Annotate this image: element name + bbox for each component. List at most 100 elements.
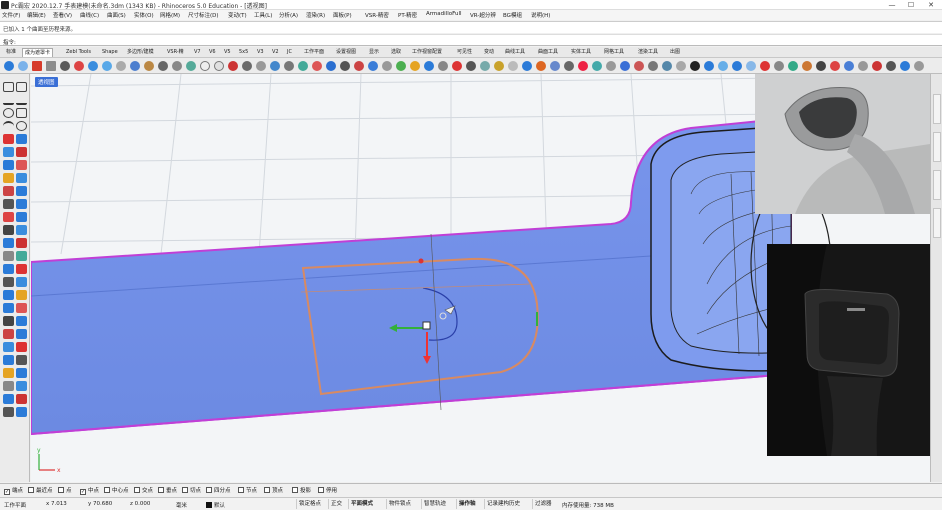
tab-set-view[interactable]: 设置视图	[334, 48, 358, 57]
osnap-point-checkbox[interactable]	[58, 487, 64, 493]
tab-zebl-tools[interactable]: Zebl Tools	[64, 48, 93, 57]
arc-icon[interactable]	[3, 121, 14, 131]
macro-icon[interactable]	[900, 61, 910, 71]
rotate-view-icon[interactable]	[144, 61, 154, 71]
osnap-end-checkbox[interactable]: ✓	[4, 489, 10, 495]
osnap-tan[interactable]: 切点	[182, 487, 201, 495]
offset-tool-icon[interactable]	[3, 303, 14, 313]
cone-icon[interactable]	[16, 186, 27, 196]
point-icon[interactable]	[16, 82, 27, 92]
extrude-icon[interactable]	[16, 147, 27, 157]
osnap-perp[interactable]: 垂点	[158, 487, 177, 495]
move-icon[interactable]	[466, 61, 476, 71]
curve-edit-icon[interactable]	[3, 134, 14, 144]
tab-render-tools[interactable]: 渲染工具	[636, 48, 660, 57]
hide-icon[interactable]	[634, 61, 644, 71]
twist-tool-icon[interactable]	[16, 394, 27, 404]
layers-panel-icon[interactable]	[844, 61, 854, 71]
tab-jc[interactable]: JC	[285, 48, 294, 57]
render-tool-icon[interactable]	[16, 329, 27, 339]
osnap-mid-checkbox[interactable]: ✓	[80, 489, 86, 495]
tab-layout[interactable]: 出图	[668, 48, 682, 57]
layer-icon[interactable]	[214, 61, 224, 71]
hatch-icon[interactable]	[592, 61, 602, 71]
solid-icon[interactable]	[340, 61, 350, 71]
analyze-icon[interactable]	[508, 61, 518, 71]
cylinder-icon[interactable]	[3, 186, 14, 196]
menu-tools[interactable]: 工具(L)	[254, 11, 272, 19]
boolean-diff-icon[interactable]	[16, 199, 27, 209]
menu-pt[interactable]: PT-精密	[398, 11, 417, 19]
minimize-button[interactable]: —	[885, 0, 899, 10]
layer-tool-icon[interactable]	[3, 342, 14, 352]
script-icon[interactable]	[886, 61, 896, 71]
settings-icon[interactable]	[858, 61, 868, 71]
sphere-icon[interactable]	[16, 173, 27, 183]
status-layer-swatch[interactable]: 默认	[206, 501, 225, 509]
osnap-knot-checkbox[interactable]	[238, 487, 244, 493]
options-icon[interactable]	[284, 61, 294, 71]
menu-file[interactable]: 文件(F)	[2, 11, 20, 19]
menu-analyze[interactable]: 分析(A)	[279, 11, 298, 19]
polyline-icon[interactable]	[16, 95, 27, 105]
tab-v3[interactable]: V3	[255, 48, 266, 57]
properties-icon[interactable]	[228, 61, 238, 71]
menu-transform[interactable]: 变动(T)	[228, 11, 247, 19]
text-tool-icon[interactable]	[16, 316, 27, 326]
new-file-icon[interactable]	[4, 61, 14, 71]
cut-icon[interactable]	[60, 61, 70, 71]
explode-icon[interactable]	[396, 61, 406, 71]
rendered-icon[interactable]	[746, 61, 756, 71]
osnap-int[interactable]: 交点	[134, 487, 153, 495]
move-tool-icon[interactable]	[3, 251, 14, 261]
panel-tab-properties[interactable]	[933, 94, 941, 124]
osnap-center[interactable]: 中心点	[104, 487, 129, 495]
osnap-project-checkbox[interactable]	[292, 487, 298, 493]
tab-v5[interactable]: V5	[222, 48, 233, 57]
camera-tool-icon[interactable]	[16, 368, 27, 378]
taper-tool-icon[interactable]	[16, 407, 27, 417]
open-icon[interactable]	[18, 61, 28, 71]
rotate-tool-icon[interactable]	[3, 264, 14, 274]
osnap-mid[interactable]: ✓ 中点	[80, 487, 99, 495]
box-icon[interactable]	[3, 173, 14, 183]
scale-icon[interactable]	[480, 61, 490, 71]
osnap-project[interactable]: 投影	[292, 487, 311, 495]
osnap-quad-checkbox[interactable]	[206, 487, 212, 493]
tab-cplane[interactable]: 工作平面	[302, 48, 326, 57]
join-icon[interactable]	[382, 61, 392, 71]
ellipse-icon[interactable]	[16, 121, 27, 131]
tab-v7[interactable]: V7	[192, 48, 203, 57]
filter-icon[interactable]	[830, 61, 840, 71]
tab-standard[interactable]: 标准	[4, 48, 18, 57]
zebra-icon[interactable]	[522, 61, 532, 71]
print-icon[interactable]	[46, 61, 56, 71]
tab-poly-modeling[interactable]: 多边形/建模	[125, 48, 156, 57]
menu-panels[interactable]: 面板(P)	[333, 11, 352, 19]
osnap-disable[interactable]: 停用	[318, 487, 337, 495]
mesh-icon[interactable]	[3, 212, 14, 222]
tab-surface-tools[interactable]: 曲面工具	[536, 48, 560, 57]
array-icon[interactable]	[452, 61, 462, 71]
trim-icon[interactable]	[354, 61, 364, 71]
ghosted-icon[interactable]	[718, 61, 728, 71]
menu-surface[interactable]: 曲面(S)	[107, 11, 126, 19]
status-ortho[interactable]: 正交	[328, 499, 344, 509]
select-arrow-icon[interactable]	[3, 82, 14, 92]
osnap-disable-checkbox[interactable]	[318, 487, 324, 493]
tab-select[interactable]: 选取	[389, 48, 403, 57]
panel-tab-layers[interactable]	[933, 132, 941, 162]
tab-visibility[interactable]: 可见性	[455, 48, 474, 57]
menu-curve[interactable]: 曲线(C)	[80, 11, 99, 19]
tab-display[interactable]: 显示	[367, 48, 381, 57]
text-icon[interactable]	[578, 61, 588, 71]
show-icon[interactable]	[662, 61, 672, 71]
menu-dimension[interactable]: 尺寸标注(D)	[188, 11, 219, 19]
status-cplane[interactable]: 工作平面	[4, 501, 26, 509]
material-icon[interactable]	[256, 61, 266, 71]
viewport-title[interactable]: 透视图	[35, 77, 58, 87]
mesh-edit-icon[interactable]	[16, 212, 27, 222]
osnap-point[interactable]: 点	[58, 487, 72, 495]
command-input[interactable]	[20, 37, 620, 45]
shade-icon[interactable]	[690, 61, 700, 71]
